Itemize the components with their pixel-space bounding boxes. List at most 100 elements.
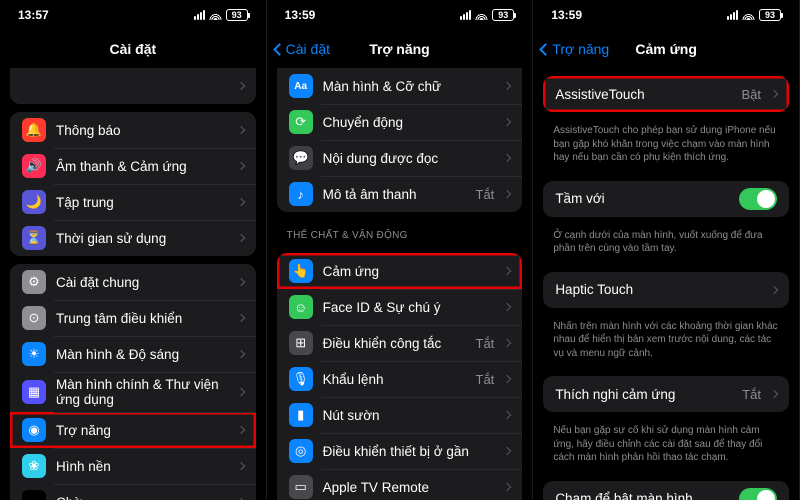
chevron-right-icon (770, 285, 778, 293)
row-spoken-content[interactable]: 💬 Nội dung được đọc (277, 140, 523, 176)
settings-row-sounds[interactable]: 🔊 Âm thanh & Cảm ứng (10, 148, 256, 184)
toggle-tap-to-wake[interactable] (739, 488, 777, 500)
accessibility-screen: 13:59 93 Cài đặt Trợ năng Aa Màn hình & … (267, 0, 534, 500)
status-bar: 13:57 93 (0, 0, 266, 30)
row-switch-control[interactable]: ⊞ Điều khiển công tắc Tắt (277, 325, 523, 361)
row-nearby-control[interactable]: ◎ Điều khiển thiết bị ở gần (277, 433, 523, 469)
settings-row-home-screen[interactable]: ▦ Màn hình chính & Thư viện ứng dụng (10, 372, 256, 412)
chevron-right-icon (236, 388, 244, 396)
toggle-reachability[interactable] (739, 188, 777, 210)
chevron-right-icon (236, 426, 244, 434)
switch-icon: ⊞ (289, 331, 313, 355)
status-time: 13:57 (18, 8, 49, 22)
chevron-right-icon (236, 198, 244, 206)
footer-assistive: AssistiveTouch cho phép bạn sử dụng iPho… (533, 120, 799, 173)
wifi-icon (475, 11, 488, 20)
chevron-right-icon (503, 82, 511, 90)
speech-icon: 💬 (289, 146, 313, 170)
settings-row-display[interactable]: ☀︎ Màn hình & Độ sáng (10, 336, 256, 372)
settings-group: 🔔 Thông báo 🔊 Âm thanh & Cảm ứng 🌙 Tập t… (10, 112, 256, 256)
settings-row-general[interactable]: ⚙︎ Cài đặt chung (10, 264, 256, 300)
settings-group (10, 68, 256, 104)
touch-group-reachability: Tầm với (543, 181, 789, 217)
battery-icon: 93 (492, 9, 514, 21)
row-assistive-touch[interactable]: AssistiveTouch Bật (543, 76, 789, 112)
generic-icon (22, 74, 46, 98)
button-icon: ▮ (289, 403, 313, 427)
wifi-icon (742, 11, 755, 20)
settings-row-standby[interactable]: Chờ (10, 484, 256, 500)
touch-icon: 👆 (289, 259, 313, 283)
chevron-right-icon (503, 267, 511, 275)
text-size-icon: Aa (289, 74, 313, 98)
row-voice-control[interactable]: 🎙 Khẩu lệnh Tắt (277, 361, 523, 397)
nav-header: Cài đặt (0, 30, 266, 68)
row-audio-descriptions[interactable]: ♪ Mô tả âm thanh Tắt (277, 176, 523, 212)
back-button[interactable]: Cài đặt (275, 41, 330, 57)
chevron-right-icon (503, 118, 511, 126)
nav-header: Cài đặt Trợ năng (267, 30, 533, 68)
settings-row-control-center[interactable]: ⊙ Trung tâm điều khiển (10, 300, 256, 336)
voice-icon: 🎙 (289, 367, 313, 391)
status-time: 13:59 (551, 8, 582, 22)
chevron-left-icon (275, 41, 284, 57)
row-display-text-size[interactable]: Aa Màn hình & Cỡ chữ (277, 68, 523, 104)
row-faceid[interactable]: ☺ Face ID & Sự chú ý (277, 289, 523, 325)
chevron-right-icon (770, 390, 778, 398)
signal-icon (194, 10, 205, 20)
row-side-button[interactable]: ▮ Nút sườn (277, 397, 523, 433)
row-tap-to-wake[interactable]: Chạm để bật màn hình (543, 481, 789, 500)
row-reachability[interactable]: Tầm với (543, 181, 789, 217)
row-haptic-touch[interactable]: Haptic Touch (543, 272, 789, 308)
footer-haptic: Nhấn trên màn hình với các khoảng thời g… (533, 316, 799, 369)
touch-screen: 13:59 93 Trợ năng Cảm ứng AssistiveTouch… (533, 0, 800, 500)
moon-icon: 🌙 (22, 190, 46, 214)
gear-icon: ⚙︎ (22, 270, 46, 294)
chevron-right-icon (236, 82, 244, 90)
remote-icon: ▭ (289, 475, 313, 499)
wifi-icon (209, 11, 222, 20)
bell-icon: 🔔 (22, 118, 46, 142)
settings-row-screentime[interactable]: ⏳ Thời gian sử dụng (10, 220, 256, 256)
chevron-right-icon (503, 375, 511, 383)
chevron-right-icon (236, 126, 244, 134)
chevron-right-icon (503, 339, 511, 347)
chevron-right-icon (236, 278, 244, 286)
settings-row-wallpaper[interactable]: ❀ Hình nền (10, 448, 256, 484)
touch-group-assistivetouch: AssistiveTouch Bật (543, 76, 789, 112)
chevron-left-icon (541, 41, 550, 57)
face-icon: ☺ (289, 295, 313, 319)
row-touch-accommodations[interactable]: Thích nghi cảm ứng Tắt (543, 376, 789, 412)
section-header-physical: THỂ CHẤT & VẬN ĐỘNG (267, 220, 533, 245)
standby-icon (22, 490, 46, 500)
settings-group: ⚙︎ Cài đặt chung ⊙ Trung tâm điều khiển … (10, 264, 256, 500)
motion-icon: ⟳ (289, 110, 313, 134)
status-bar: 13:59 93 (533, 0, 799, 30)
settings-row-focus[interactable]: 🌙 Tập trung (10, 184, 256, 220)
battery-icon: 93 (759, 9, 781, 21)
brightness-icon: ☀︎ (22, 342, 46, 366)
back-button[interactable]: Trợ năng (541, 41, 609, 57)
row-motion[interactable]: ⟳ Chuyển động (277, 104, 523, 140)
settings-row-truncated[interactable] (10, 68, 256, 104)
chevron-right-icon (770, 90, 778, 98)
settings-row-notifications[interactable]: 🔔 Thông báo (10, 112, 256, 148)
chevron-right-icon (236, 350, 244, 358)
chevron-right-icon (236, 234, 244, 242)
nav-header: Trợ năng Cảm ứng (533, 30, 799, 68)
grid-icon: ▦ (22, 380, 46, 404)
touch-group-accommodations: Thích nghi cảm ứng Tắt (543, 376, 789, 412)
settings-row-accessibility[interactable]: ◉ Trợ năng (10, 412, 256, 448)
chevron-right-icon (503, 447, 511, 455)
chevron-right-icon (503, 154, 511, 162)
row-touch[interactable]: 👆 Cảm ứng (277, 253, 523, 289)
chevron-right-icon (503, 411, 511, 419)
footer-reachability: Ở cạnh dưới của màn hình, vuốt xuống để … (533, 225, 799, 264)
chevron-right-icon (503, 483, 511, 491)
touch-group-tap-to-wake: Chạm để bật màn hình (543, 481, 789, 500)
row-apple-tv-remote[interactable]: ▭ Apple TV Remote (277, 469, 523, 500)
signal-icon (727, 10, 738, 20)
chevron-right-icon (236, 462, 244, 470)
accessibility-group-visual: Aa Màn hình & Cỡ chữ ⟳ Chuyển động 💬 Nội… (277, 68, 523, 212)
signal-icon (460, 10, 471, 20)
